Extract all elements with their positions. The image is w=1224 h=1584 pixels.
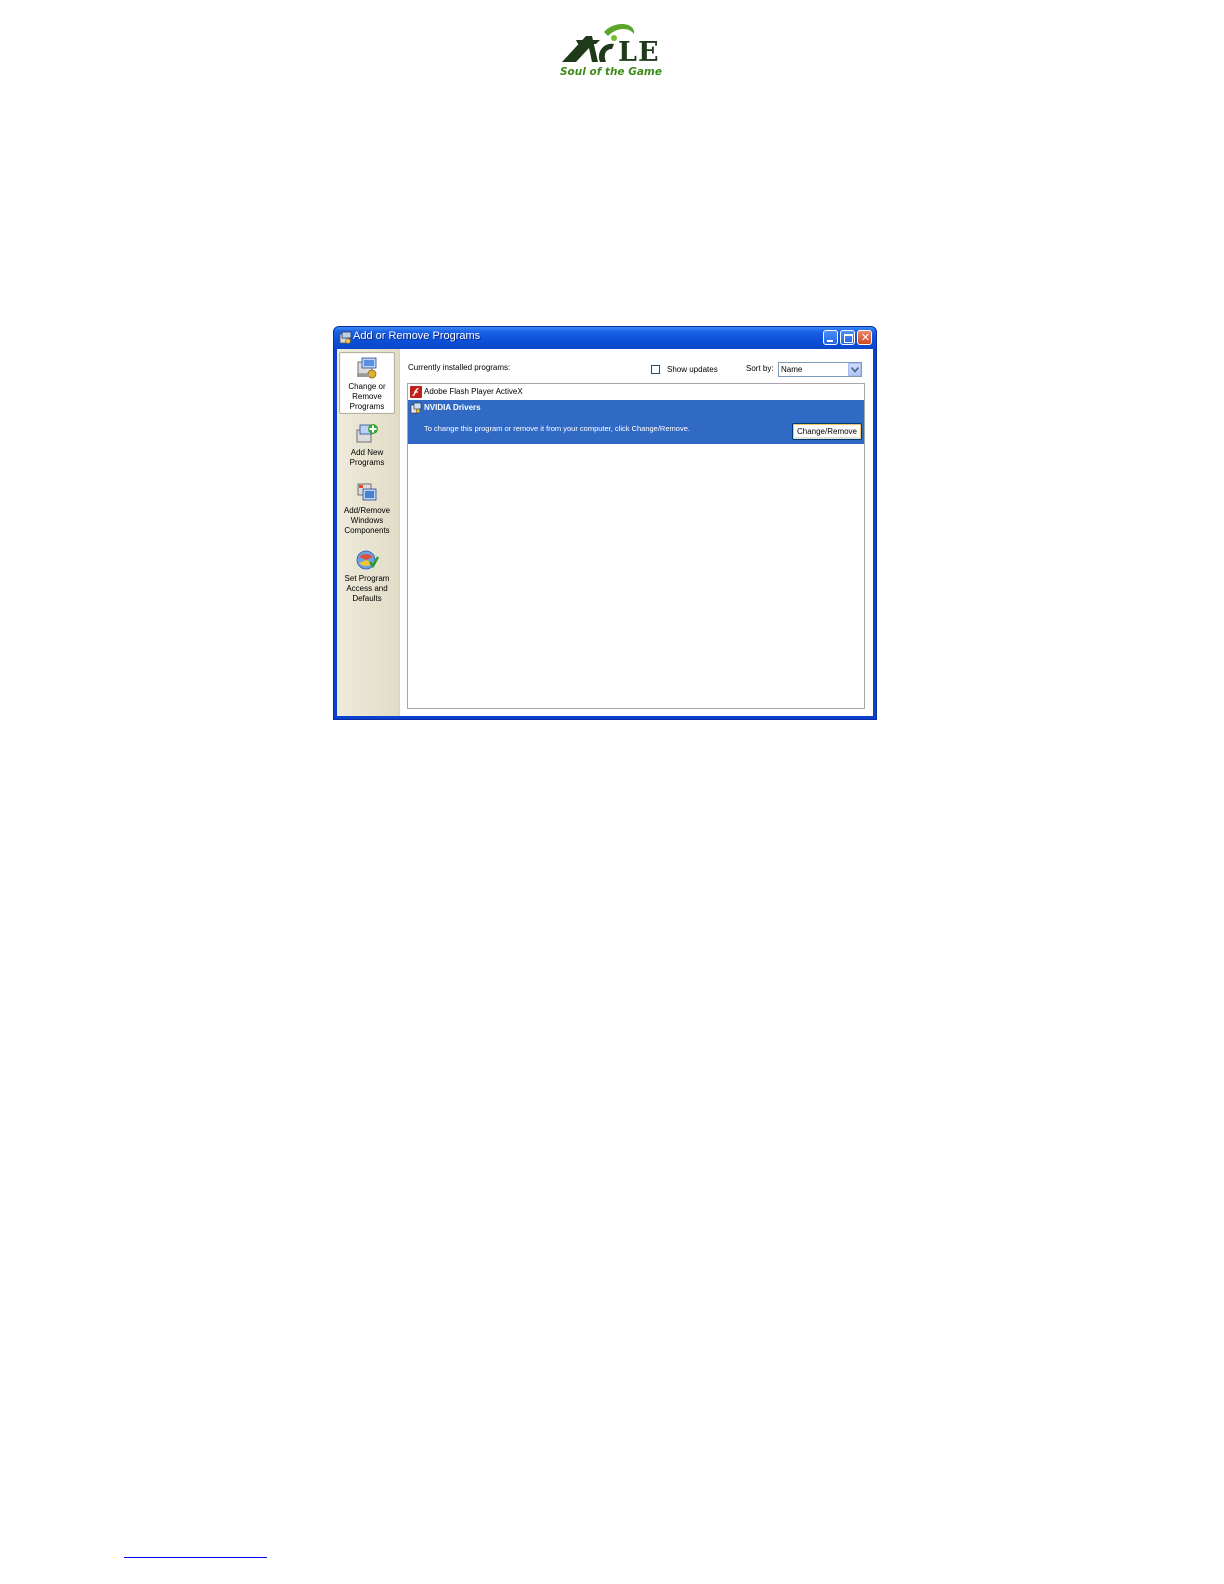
installed-programs-list[interactable]: Adobe Flash Player ActiveX NVIDIA Driver… xyxy=(407,383,865,709)
logo-letters: LE xyxy=(618,37,660,68)
sidebar-item-label: Add New Programs xyxy=(349,448,385,467)
minimize-button[interactable] xyxy=(823,330,838,345)
add-remove-programs-icon xyxy=(339,331,352,344)
show-updates-label[interactable]: Show updates xyxy=(667,365,718,374)
sidebar-item-add-new-programs[interactable]: Add New Programs xyxy=(339,419,395,473)
add-remove-programs-window: Add or Remove Programs ✕ Change or Remov… xyxy=(333,326,877,720)
program-name: Adobe Flash Player ActiveX xyxy=(424,387,523,396)
program-row-nvidia-drivers[interactable]: NVIDIA Drivers To change this program or… xyxy=(408,400,864,444)
window-title: Add or Remove Programs xyxy=(353,330,481,342)
add-new-programs-icon xyxy=(356,424,378,443)
sidebar-item-program-defaults[interactable]: Set Program Access and Defaults xyxy=(339,545,395,607)
title-bar[interactable]: Add or Remove Programs ✕ xyxy=(334,327,876,349)
program-row-adobe-flash-player[interactable]: Adobe Flash Player ActiveX xyxy=(408,384,864,400)
ace-logo: LE Soul of the Game xyxy=(556,22,666,82)
sidebar-item-label: Set Program Access and Defaults xyxy=(344,574,390,603)
window-client: Change or Remove Programs Add New Progra… xyxy=(337,349,873,716)
close-button[interactable]: ✕ xyxy=(857,330,872,345)
flash-player-icon xyxy=(410,386,422,398)
windows-components-icon xyxy=(357,483,377,501)
logo-tagline: Soul of the Game xyxy=(560,66,662,78)
show-updates-checkbox[interactable] xyxy=(651,365,660,374)
minimize-icon xyxy=(827,340,833,342)
sidebar-item-label: Add/Remove Windows Components xyxy=(343,506,391,535)
sidebar-item-label: Change or Remove Programs xyxy=(348,382,386,411)
change-remove-button[interactable]: Change/Remove xyxy=(792,423,862,440)
change-remove-programs-icon xyxy=(357,357,377,379)
sort-by-value: Name xyxy=(781,365,803,374)
program-name: NVIDIA Drivers xyxy=(424,403,481,412)
sidebar-item-change-remove-programs[interactable]: Change or Remove Programs xyxy=(339,352,395,414)
sort-by-label: Sort by: xyxy=(746,364,774,373)
installed-programs-label: Currently installed programs: xyxy=(408,363,511,372)
program-hint: To change this program or remove it from… xyxy=(424,424,690,433)
maximize-button[interactable] xyxy=(840,330,855,345)
maximize-icon xyxy=(844,334,853,343)
close-icon: ✕ xyxy=(860,331,871,344)
main-panel: Currently installed programs: Show updat… xyxy=(400,349,873,716)
list-toolbar: Currently installed programs: Show updat… xyxy=(400,349,873,383)
sidebar-item-windows-components[interactable]: Add/Remove Windows Components xyxy=(339,477,395,541)
program-defaults-icon xyxy=(356,550,379,570)
chevron-down-icon[interactable] xyxy=(848,363,861,376)
sort-by-select[interactable]: Name xyxy=(778,362,862,377)
footer-link-underline[interactable] xyxy=(124,1557,267,1558)
task-sidebar: Change or Remove Programs Add New Progra… xyxy=(337,349,400,716)
nvidia-installer-icon xyxy=(410,402,422,414)
